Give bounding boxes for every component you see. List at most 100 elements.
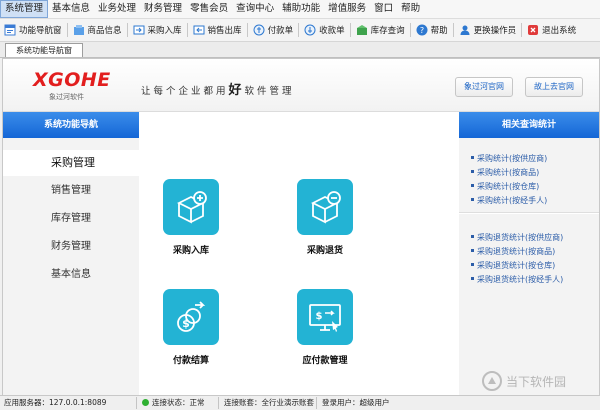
nav-item-inventory[interactable]: 库存管理 <box>3 206 139 232</box>
status-bar: 应用服务器：127.0.0.1:8089 连接状态：正常 连接账套：全行业演示账… <box>0 395 600 410</box>
menu-system-management[interactable]: 系统管理 <box>0 0 49 18</box>
toolbar-separator <box>409 23 411 37</box>
switch-operator-button[interactable]: 更换操作员 <box>455 20 521 40</box>
switch-operator-icon <box>460 25 470 35</box>
menu-query-center[interactable]: 查询中心 <box>232 0 278 18</box>
stat-link-purchase-by-warehouse[interactable]: 采购统计(按仓库) <box>470 181 539 192</box>
nav-item-sales[interactable]: 销售管理 <box>3 178 139 204</box>
watermark: 当下软件园 <box>482 370 582 392</box>
status-separator <box>218 397 219 409</box>
exit-icon <box>528 25 539 35</box>
left-navigation: 系统功能导航 采购管理 销售管理 库存管理 财务管理 基本信息 <box>3 112 139 395</box>
tile-purchase-return[interactable]: 采购退货 <box>265 179 385 256</box>
slogan: 让每个企业都用好软件管理 <box>141 79 295 98</box>
stat-link-return-by-product[interactable]: 采购退货统计(按商品) <box>470 246 555 257</box>
status-server: 应用服务器：127.0.0.1:8089 <box>4 398 107 407</box>
inventory-query-label: 库存查询 <box>370 26 405 36</box>
navigation-window-button[interactable]: 功能导航窗 <box>0 20 66 40</box>
stat-link-purchase-by-handler[interactable]: 采购统计(按经手人) <box>470 195 547 206</box>
toolbar-separator <box>126 23 128 37</box>
slogan-highlight: 好 <box>228 83 245 98</box>
function-tiles: 采购入库 采购退货 $ 付款结算 $ 应付款管理 <box>139 112 459 395</box>
payment-order-label: 付款单 <box>267 26 294 36</box>
menu-assist[interactable]: 辅助功能 <box>278 0 324 18</box>
menu-bar: 系统管理 基本信息 业务处理 财务管理 零售会员 查询中心 辅助功能 增值服务 … <box>0 0 600 19</box>
right-panel-title: 相关查询统计 <box>459 112 599 138</box>
toolbar: 功能导航窗 商品信息 采购入库 销售出库 付款单 收款单 库存查询 ? 帮助 更… <box>0 19 600 42</box>
tile-payment-settlement[interactable]: $ 付款结算 <box>131 289 251 366</box>
store-site-button[interactable]: 故上去官网 <box>525 77 583 97</box>
inventory-query-icon <box>356 25 367 35</box>
nav-item-purchase[interactable]: 采购管理 <box>3 150 139 176</box>
left-panel-title: 系统功能导航 <box>3 112 139 138</box>
sales-outbound-button[interactable]: 销售出库 <box>189 20 246 40</box>
exit-button[interactable]: 退出系统 <box>523 20 580 40</box>
receipt-order-button[interactable]: 收款单 <box>300 20 349 40</box>
status-separator <box>136 397 137 409</box>
tile-label: 应付款管理 <box>302 356 348 366</box>
stat-link-purchase-by-product[interactable]: 采购统计(按商品) <box>470 167 539 178</box>
menu-basic-info[interactable]: 基本信息 <box>48 0 94 18</box>
stat-link-return-by-handler[interactable]: 采购退货统计(按经手人) <box>470 274 563 285</box>
watermark-logo-icon <box>482 371 502 391</box>
right-panel-divider <box>459 212 599 214</box>
toolbar-separator <box>349 23 351 37</box>
logo-subtitle: 象过河软件 <box>49 93 84 101</box>
monitor-payment-icon: $ <box>297 289 353 345</box>
help-label: 帮助 <box>430 26 448 36</box>
toolbar-separator <box>66 23 68 37</box>
box-add-icon <box>163 179 219 235</box>
navigation-window: XGOHE 象过河软件 让每个企业都用好软件管理 象过河官网 故上去官网 系统功… <box>2 58 600 396</box>
menu-value-added[interactable]: 增值服务 <box>324 0 370 18</box>
exit-label: 退出系统 <box>542 26 577 36</box>
slogan-start: 让每个企业都用 <box>141 86 229 97</box>
tile-payable-management[interactable]: $ 应付款管理 <box>265 289 385 366</box>
logo: XGOHE <box>33 69 111 91</box>
menu-finance[interactable]: 财务管理 <box>140 0 186 18</box>
payment-order-button[interactable]: 付款单 <box>249 20 298 40</box>
product-info-label: 商品信息 <box>87 26 122 36</box>
menu-help[interactable]: 帮助 <box>397 0 424 18</box>
navigation-window-icon <box>4 24 16 36</box>
purchase-inbound-icon <box>133 25 145 35</box>
header-banner: XGOHE 象过河软件 让每个企业都用好软件管理 象过河官网 故上去官网 <box>3 59 599 112</box>
menu-business[interactable]: 业务处理 <box>94 0 140 18</box>
connection-status-icon <box>142 399 149 406</box>
tab-navigation[interactable]: 系统功能导航窗 <box>5 43 83 57</box>
switch-operator-label: 更换操作员 <box>473 26 517 36</box>
watermark-text: 当下软件园 <box>506 375 567 389</box>
svg-text:?: ? <box>419 26 423 35</box>
nav-item-finance[interactable]: 财务管理 <box>3 234 139 260</box>
status-connection: 连接状态：正常 <box>142 396 205 410</box>
toolbar-separator <box>298 23 300 37</box>
status-separator <box>316 397 317 409</box>
toolbar-separator <box>452 23 454 37</box>
stat-link-return-by-warehouse[interactable]: 采购退货统计(按仓库) <box>470 260 555 271</box>
product-info-button[interactable]: 商品信息 <box>69 20 126 40</box>
toolbar-separator <box>246 23 248 37</box>
toolbar-separator <box>186 23 188 37</box>
tile-label: 付款结算 <box>172 356 209 366</box>
tile-label: 采购入库 <box>172 246 209 256</box>
menu-window[interactable]: 窗口 <box>370 0 397 18</box>
inventory-query-button[interactable]: 库存查询 <box>352 20 409 40</box>
official-site-button[interactable]: 象过河官网 <box>455 77 513 97</box>
nav-item-basic-info[interactable]: 基本信息 <box>3 262 139 288</box>
help-button[interactable]: ? 帮助 <box>412 20 452 40</box>
product-info-icon <box>73 25 84 35</box>
toolbar-separator <box>521 23 523 37</box>
receipt-order-label: 收款单 <box>319 26 345 36</box>
connection-status-text: 连接状态：正常 <box>152 398 205 407</box>
tile-purchase-inbound[interactable]: 采购入库 <box>131 179 251 256</box>
tile-label: 采购退货 <box>306 246 343 256</box>
stat-link-purchase-by-supplier[interactable]: 采购统计(按供应商) <box>470 153 547 164</box>
related-statistics-panel: 相关查询统计 采购统计(按供应商) 采购统计(按商品) 采购统计(按仓库) 采购… <box>459 112 599 395</box>
payment-order-icon <box>253 24 265 36</box>
sales-outbound-icon <box>193 25 205 35</box>
coin-settlement-icon: $ <box>163 289 219 345</box>
stat-link-return-by-supplier[interactable]: 采购退货统计(按供应商) <box>470 232 563 243</box>
menu-retail-member[interactable]: 零售会员 <box>186 0 232 18</box>
tab-bar: 系统功能导航窗 <box>0 42 600 58</box>
purchase-inbound-button[interactable]: 采购入库 <box>129 20 186 40</box>
purchase-inbound-label: 采购入库 <box>147 26 182 36</box>
